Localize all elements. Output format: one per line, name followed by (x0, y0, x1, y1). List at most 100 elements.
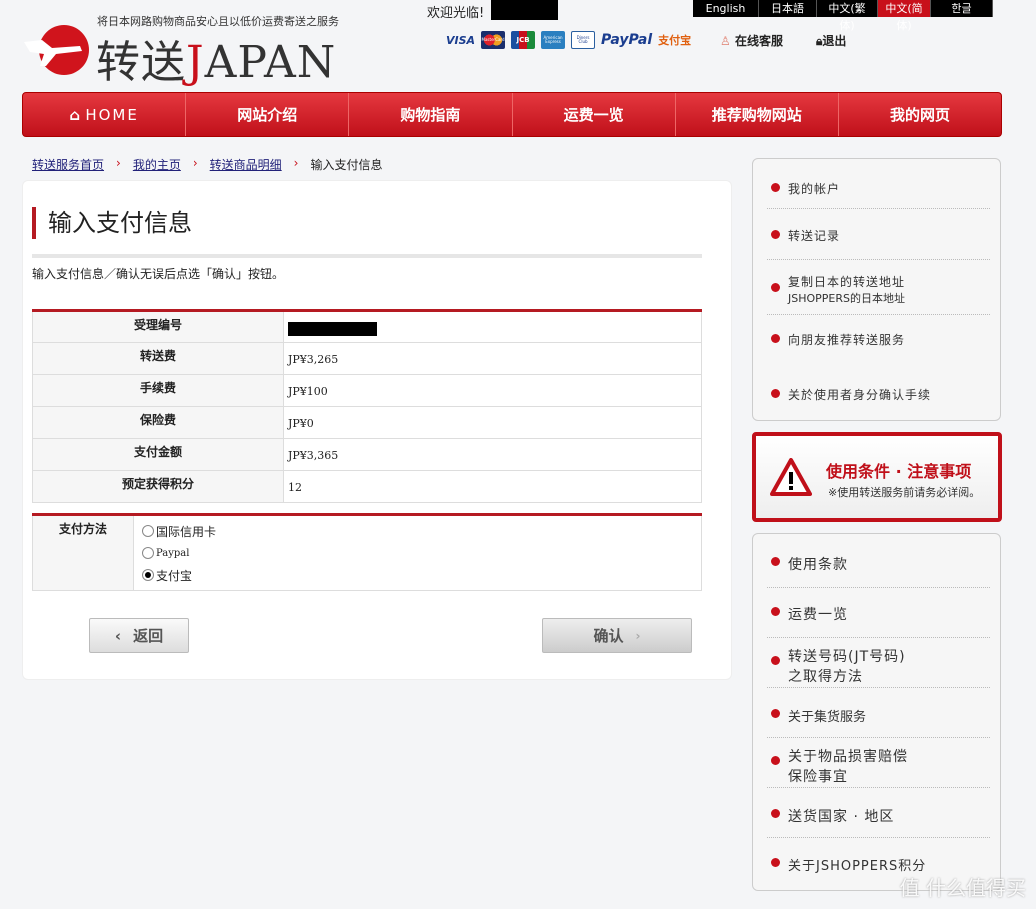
bullet-icon (771, 334, 780, 343)
nav-recommended-sites[interactable]: 推荐购物网站 (676, 93, 839, 136)
diners-club-icon: Diners Club (571, 31, 596, 49)
nav-about[interactable]: 网站介绍 (186, 93, 350, 136)
logo-text[interactable]: 转送JAPAN (96, 26, 336, 90)
chevron-left-icon: ‹ (114, 626, 122, 645)
chevron-right-icon: › (116, 156, 121, 170)
sidebar-item-copy-address[interactable]: 复制日本的转送地址 JSHOPPERS的日本地址 (771, 273, 990, 306)
radio-label: 支付宝 (156, 568, 193, 583)
row-label: 预定获得积分 (32, 470, 284, 503)
radio-credit-card[interactable]: 国际信用卡 (142, 520, 693, 542)
bullet-icon (771, 607, 780, 616)
page-description: 输入支付信息／确认无误后点选「确认」按钮。 (32, 267, 285, 281)
chevron-right-icon: › (293, 156, 299, 170)
home-icon: ⌂ (69, 106, 86, 124)
lang-japanese[interactable]: 日本語 (759, 0, 817, 17)
breadcrumb-current: 输入支付信息 (310, 158, 383, 172)
back-label: 返回 (133, 627, 164, 645)
sidebar-link-consolidation[interactable]: 关于集货服务 (771, 706, 990, 725)
item-label: 送货国家 · 地区 (788, 809, 895, 825)
breadcrumb-home[interactable]: 转送服务首页 (32, 156, 104, 173)
lang-traditional-chinese[interactable]: 中文(繁体) (817, 0, 878, 32)
row-value: 12 (283, 470, 702, 503)
row-value: JP¥100 (283, 374, 702, 407)
row-label: 保险费 (32, 406, 284, 439)
table-row: 受理编号 (32, 310, 702, 343)
breadcrumb-item-detail[interactable]: 转送商品明细 (210, 156, 282, 173)
sidebar-link-terms[interactable]: 使用条款 (771, 554, 990, 574)
payment-logos: VISA MasterCard JCB American Express Din… (446, 31, 691, 49)
sidebar-item-refer-friend[interactable]: 向朋友推荐转送服务 (771, 331, 990, 348)
bullet-icon (771, 709, 780, 718)
page-title: 输入支付信息 (32, 207, 192, 239)
main-nav: ⌂ HOME 网站介绍 购物指南 运费一览 推荐购物网站 我的网页 (22, 92, 1002, 137)
alipay-logo: 支付宝 (658, 34, 692, 47)
amex-icon: American Express (541, 31, 566, 49)
item-label: 关於使用者身分确认手续 (788, 388, 932, 402)
lang-simplified-chinese[interactable]: 中文(简体) (878, 0, 931, 32)
divider (767, 837, 990, 838)
radio-label: Paypal (156, 547, 190, 559)
back-button[interactable]: ‹ 返回 (89, 618, 189, 653)
language-switcher: English 日本語 中文(繁体) 中文(简体) 한글 (693, 0, 993, 32)
bullet-icon (771, 557, 780, 566)
logo-rest: APAN (204, 37, 337, 88)
item-sublabel: 之取得方法 (788, 669, 863, 685)
bullet-icon (771, 230, 780, 239)
breadcrumb-my-page[interactable]: 我的主页 (133, 156, 181, 173)
radio-button[interactable] (142, 525, 154, 537)
item-label: 关于集货服务 (788, 710, 867, 725)
lang-english[interactable]: English (693, 0, 759, 17)
online-service-label: 在线客服 (734, 34, 783, 48)
sidebar-item-history[interactable]: 转送记录 (771, 227, 990, 244)
row-label: 支付金额 (32, 438, 284, 471)
username-redacted (491, 0, 558, 20)
nav-my-page[interactable]: 我的网页 (839, 93, 1001, 136)
table-row: 转送费 JP¥3,265 (32, 342, 702, 375)
terms-warning-banner[interactable]: 使用条件 · 注意事项 ※使用转送服务前请务必详阅。 (752, 432, 1002, 522)
divider (32, 254, 702, 258)
sidebar-item-my-account[interactable]: 我的帐户 (771, 180, 990, 197)
divider (767, 787, 990, 788)
item-label: 运费一览 (788, 607, 848, 623)
warning-title: 使用条件 · 注意事项 (826, 462, 972, 481)
airplane-logo-icon[interactable] (22, 24, 90, 76)
radio-button[interactable] (142, 547, 154, 559)
radio-button-selected[interactable] (142, 569, 154, 581)
item-label: 我的帐户 (788, 182, 841, 196)
nav-guide[interactable]: 购物指南 (349, 93, 513, 136)
nav-rates[interactable]: 运费一览 (513, 93, 676, 136)
nav-home[interactable]: ⌂ HOME (23, 93, 187, 136)
logo-j: J (186, 37, 205, 88)
sidebar-item-identity[interactable]: 关於使用者身分确认手续 (771, 386, 990, 403)
account-menu: 我的帐户 转送记录 复制日本的转送地址 JSHOPPERS的日本地址 向朋友推荐转… (752, 158, 1001, 421)
divider (767, 737, 990, 738)
row-value (283, 310, 702, 343)
table-row: 支付金额 JP¥3,365 (32, 438, 702, 471)
sidebar-link-insurance[interactable]: 关于物品损害赔偿 保险事宜 (771, 746, 990, 786)
sidebar-link-countries[interactable]: 送货国家 · 地区 (771, 806, 990, 826)
bullet-icon (771, 283, 780, 292)
table-row: 预定获得积分 12 (32, 470, 702, 503)
radio-paypal[interactable]: Paypal (142, 542, 693, 564)
divider (767, 637, 990, 638)
payment-method-table: 支付方法 国际信用卡 Paypal 支付宝 (32, 513, 702, 591)
online-service-link[interactable]: ♙ 在线客服 (720, 32, 783, 49)
row-label: 受理编号 (32, 310, 284, 343)
info-links: 使用条款 运费一览 转送号码(JT号码) 之取得方法 关于集货服务 关于物品损害赔… (752, 533, 1001, 891)
nav-home-label: HOME (85, 106, 139, 124)
item-sublabel: JSHOPPERS的日本地址 (788, 292, 905, 305)
divider (767, 314, 990, 315)
row-value: JP¥3,265 (283, 342, 702, 375)
lang-korean[interactable]: 한글 (931, 0, 993, 17)
item-label: 使用条款 (788, 557, 848, 573)
bullet-icon (771, 389, 780, 398)
sidebar-link-jt-number[interactable]: 转送号码(JT号码) 之取得方法 (771, 646, 990, 686)
table-row: 手续费 JP¥100 (32, 374, 702, 407)
sidebar-link-rates[interactable]: 运费一览 (771, 604, 990, 624)
chevron-right-icon: › (635, 628, 641, 643)
logout-link[interactable]: 🔒︎退出 (816, 32, 846, 49)
radio-alipay[interactable]: 支付宝 (142, 564, 693, 586)
confirm-button[interactable]: 确认 › (542, 618, 692, 653)
table-row: 保险费 JP¥0 (32, 406, 702, 439)
item-label: 关于物品损害赔偿 (788, 749, 908, 765)
